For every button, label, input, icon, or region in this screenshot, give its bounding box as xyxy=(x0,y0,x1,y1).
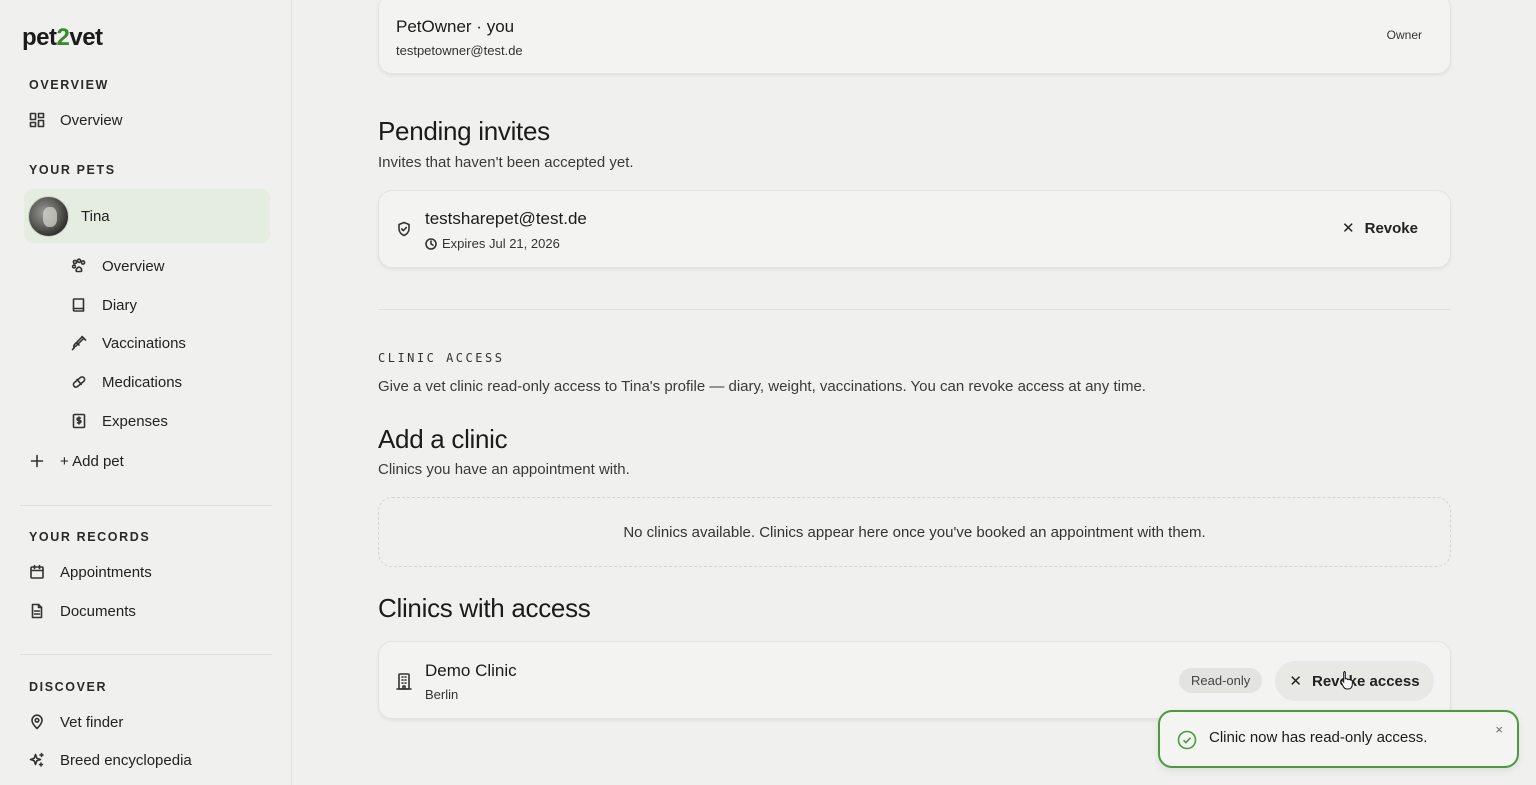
sidebar-item-label: Vaccinations xyxy=(102,334,186,352)
owner-card: PetOwner · you testpetowner@test.de Owne… xyxy=(378,0,1451,74)
invite-card: testsharepet@test.de Expires Jul 21, 202… xyxy=(378,190,1451,268)
add-clinic-title: Add a clinic xyxy=(378,424,508,454)
hand-cursor-icon xyxy=(1340,671,1353,690)
add-clinic-subtitle: Clinics you have an appointment with. xyxy=(378,461,630,478)
read-only-badge: Read-only xyxy=(1179,668,1263,693)
revoke-access-label: Revoke access xyxy=(1311,672,1420,690)
sidebar-item-label: Expenses xyxy=(102,412,168,430)
clinic-card: Demo Clinic Berlin Read-only ✕ Revoke ac… xyxy=(378,641,1451,719)
sidebar-item-label: Overview xyxy=(60,111,123,129)
pill-icon xyxy=(70,373,88,391)
map-pin-icon xyxy=(28,713,46,731)
close-icon: ✕ xyxy=(1342,220,1355,237)
revoke-label: Revoke xyxy=(1364,219,1418,237)
app-logo[interactable]: pet2vet xyxy=(22,24,103,52)
role-badge: Owner xyxy=(1386,28,1422,42)
clinic-access-label: CLINIC ACCESS xyxy=(378,351,505,365)
clinic-name: Demo Clinic xyxy=(425,661,517,680)
pending-invites-title: Pending invites xyxy=(378,116,550,146)
sidebar-divider xyxy=(20,505,272,506)
sidebar-item-appointments[interactable]: Appointments xyxy=(28,557,152,587)
pet-name: Tina xyxy=(81,207,110,225)
book-icon xyxy=(70,296,88,314)
revoke-invite-button[interactable]: ✕ Revoke xyxy=(1342,219,1418,238)
empty-clinics-box: No clinics available. Clinics appear her… xyxy=(378,497,1451,567)
close-icon: ✕ xyxy=(1289,673,1302,690)
sidebar-pet-tina[interactable]: Tina xyxy=(24,189,270,243)
sidebar-item-documents[interactable]: Documents xyxy=(28,596,136,626)
clock-icon xyxy=(425,237,437,250)
section-label-overview: OVERVIEW xyxy=(29,78,109,92)
invite-email: testsharepet@test.de xyxy=(425,209,587,228)
invite-expiry: Expires Jul 21, 2026 xyxy=(425,236,560,251)
sidebar-divider xyxy=(20,654,272,655)
invite-expiry-text: Expires Jul 21, 2026 xyxy=(442,236,560,251)
pet-avatar xyxy=(28,195,69,237)
sparkles-icon xyxy=(28,751,46,769)
sidebar-item-label: Breed encyclopedia xyxy=(60,751,192,769)
sidebar-item-label: Vet finder xyxy=(60,713,124,731)
dashboard-icon xyxy=(28,111,46,129)
building-icon xyxy=(396,672,412,690)
add-pet-button[interactable]: + Add pet xyxy=(28,446,124,476)
sidebar-item-vet-finder[interactable]: Vet finder xyxy=(28,707,123,737)
toast-notification: Clinic now has read-only access. × xyxy=(1158,710,1519,768)
sidebar-item-label: Appointments xyxy=(60,563,152,581)
sidebar: pet2vet OVERVIEW Overview YOUR PETS Tina… xyxy=(0,0,292,785)
section-label-discover: DISCOVER xyxy=(29,680,108,694)
section-divider xyxy=(378,309,1451,310)
plus-icon xyxy=(28,452,46,470)
pending-invites-subtitle: Invites that haven't been accepted yet. xyxy=(378,154,634,171)
toast-message: Clinic now has read-only access. xyxy=(1209,729,1428,746)
sidebar-item-expenses[interactable]: Expenses xyxy=(70,406,168,436)
sidebar-item-diary[interactable]: Diary xyxy=(70,290,137,320)
clinic-access-description: Give a vet clinic read-only access to Ti… xyxy=(378,378,1146,395)
sidebar-item-breed-encyclopedia[interactable]: Breed encyclopedia xyxy=(28,745,192,775)
paw-icon xyxy=(70,257,88,275)
syringe-icon xyxy=(70,334,88,352)
section-label-records: YOUR RECORDS xyxy=(29,530,151,544)
sidebar-item-label: Overview xyxy=(102,257,165,275)
sidebar-item-overview[interactable]: Overview xyxy=(28,105,123,135)
owner-email: testpetowner@test.de xyxy=(396,43,523,58)
sidebar-item-label: Medications xyxy=(102,373,183,391)
clinic-city: Berlin xyxy=(425,687,459,702)
clinics-with-access-title: Clinics with access xyxy=(378,593,591,623)
add-pet-label: + Add pet xyxy=(60,452,124,470)
sidebar-item-label: Diary xyxy=(102,296,138,314)
sidebar-item-label: Documents xyxy=(60,602,136,620)
revoke-access-button[interactable]: ✕ Revoke access xyxy=(1275,661,1434,701)
calendar-icon xyxy=(28,563,46,581)
toast-close-button[interactable]: × xyxy=(1495,722,1503,737)
sidebar-item-vaccinations[interactable]: Vaccinations xyxy=(70,328,186,358)
sidebar-item-medications[interactable]: Medications xyxy=(70,367,182,397)
sidebar-item-pet-overview[interactable]: Overview xyxy=(70,251,165,281)
shield-check-icon xyxy=(396,221,412,237)
empty-clinics-message: No clinics available. Clinics appear her… xyxy=(623,523,1206,541)
receipt-icon xyxy=(70,412,88,430)
section-label-pets: YOUR PETS xyxy=(29,163,116,177)
document-icon xyxy=(28,602,46,620)
owner-name: PetOwner · you xyxy=(396,17,515,36)
check-circle-icon xyxy=(1177,730,1197,750)
